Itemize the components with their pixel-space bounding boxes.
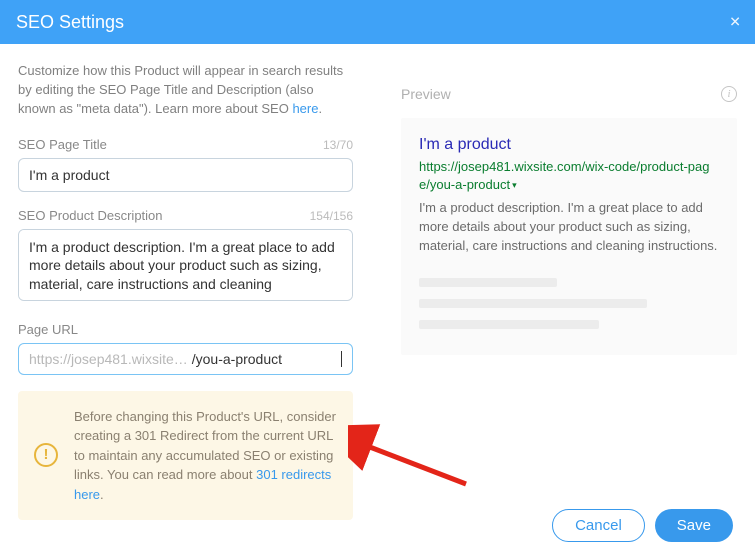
intro-text-after: . — [318, 101, 322, 116]
skeleton-line — [419, 278, 557, 287]
preview-url-text: https://josep481.wixsite.com/wix-code/pr… — [419, 159, 709, 192]
preview-description: I'm a product description. I'm a great p… — [419, 199, 719, 256]
left-panel: Customize how this Product will appear i… — [18, 62, 353, 496]
right-panel: Preview i I'm a product https://josep481… — [353, 62, 737, 496]
page-url-prefix: https://josep481.wixsite… — [29, 351, 188, 367]
page-url-block: Page URL https://josep481.wixsite… /you-… — [18, 322, 353, 375]
dialog-footer: Cancel Save — [552, 509, 733, 542]
intro-text: Customize how this Product will appear i… — [18, 62, 353, 119]
dialog-content: Customize how this Product will appear i… — [0, 44, 755, 496]
preview-card: I'm a product https://josep481.wixsite.c… — [401, 118, 737, 355]
page-url-slug[interactable]: /you-a-product — [192, 351, 342, 367]
warning-icon: ! — [34, 443, 58, 467]
page-url-input-wrap[interactable]: https://josep481.wixsite… /you-a-product — [18, 343, 353, 375]
preview-url: https://josep481.wixsite.com/wix-code/pr… — [419, 158, 719, 193]
preview-skeleton — [419, 278, 719, 329]
seo-title-label: SEO Page Title — [18, 137, 107, 152]
preview-header: Preview i — [401, 86, 737, 102]
skeleton-line — [419, 320, 599, 329]
warning-text-after: . — [100, 487, 104, 502]
seo-title-input[interactable] — [18, 158, 353, 192]
seo-title-count: 13/70 — [323, 138, 353, 152]
page-url-label: Page URL — [18, 322, 78, 337]
cancel-button[interactable]: Cancel — [552, 509, 645, 542]
skeleton-line — [419, 299, 647, 308]
dialog-header: SEO Settings ✕ — [0, 0, 755, 44]
chevron-down-icon: ▾ — [512, 179, 517, 191]
save-button[interactable]: Save — [655, 509, 733, 542]
seo-desc-label: SEO Product Description — [18, 208, 163, 223]
seo-desc-input[interactable] — [18, 229, 353, 301]
seo-desc-block: SEO Product Description 154/156 — [18, 208, 353, 306]
intro-seo-link[interactable]: here — [292, 101, 318, 116]
warning-box: ! Before changing this Product's URL, co… — [18, 391, 353, 521]
dialog-title: SEO Settings — [16, 12, 124, 33]
seo-desc-count: 154/156 — [310, 209, 353, 223]
info-icon[interactable]: i — [721, 86, 737, 102]
preview-title: I'm a product — [419, 136, 719, 154]
seo-title-block: SEO Page Title 13/70 — [18, 137, 353, 192]
close-icon[interactable]: ✕ — [729, 14, 741, 31]
preview-label: Preview — [401, 86, 451, 102]
